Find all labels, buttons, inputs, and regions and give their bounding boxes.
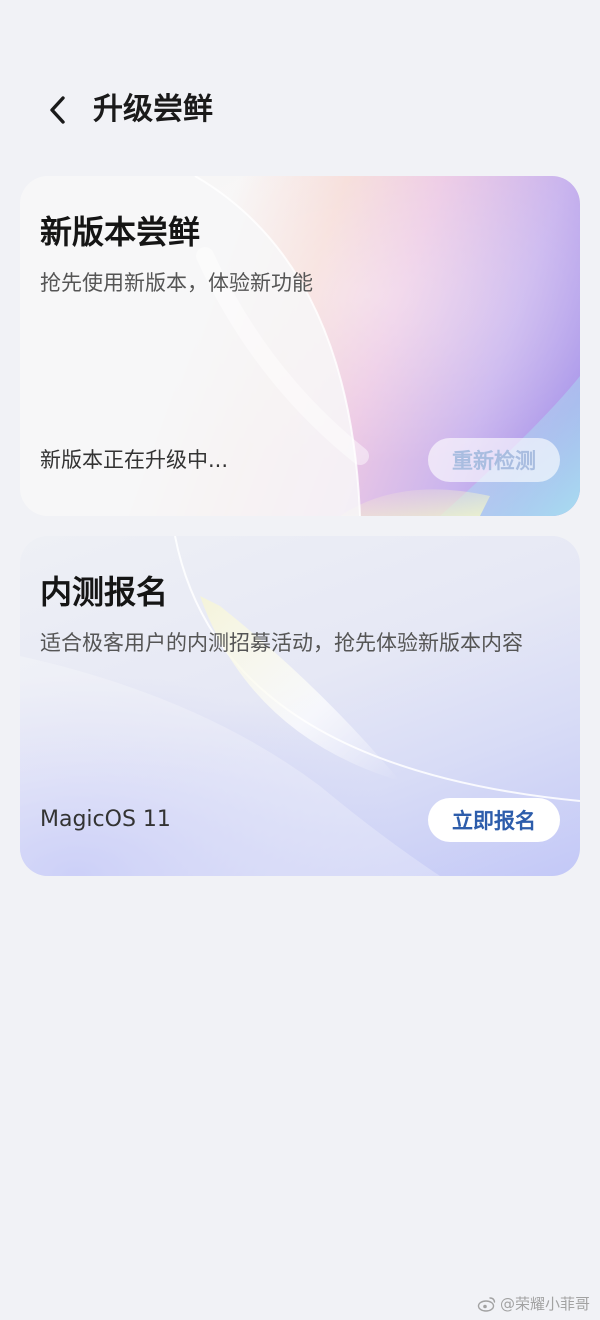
card-title: 内测报名 <box>40 573 169 611</box>
beta-signup-card: 内测报名 适合极客用户的内测招募活动，抢先体验新版本内容 MagicOS 11 … <box>20 536 580 876</box>
watermark: @荣耀小菲哥 <box>477 1293 590 1314</box>
page-title: 升级尝鲜 <box>93 92 213 127</box>
upgrade-status-text: 新版本正在升级中... <box>40 448 229 472</box>
card-description: 抢先使用新版本，体验新功能 <box>40 271 313 295</box>
weibo-logo-icon <box>477 1296 496 1312</box>
back-button[interactable] <box>36 88 80 132</box>
card-description: 适合极客用户的内测招募活动，抢先体验新版本内容 <box>40 631 523 655</box>
header-bar: 升级尝鲜 <box>0 80 600 140</box>
watermark-text: @荣耀小菲哥 <box>499 1295 590 1313</box>
card-title: 新版本尝鲜 <box>40 213 201 251</box>
new-version-preview-card: 新版本尝鲜 抢先使用新版本，体验新功能 新版本正在升级中... 重新检测 <box>20 176 580 516</box>
signup-button[interactable]: 立即报名 <box>428 798 560 842</box>
os-version-text: MagicOS 11 <box>40 807 171 832</box>
recheck-button[interactable]: 重新检测 <box>428 438 560 482</box>
back-arrow-icon <box>50 96 65 124</box>
